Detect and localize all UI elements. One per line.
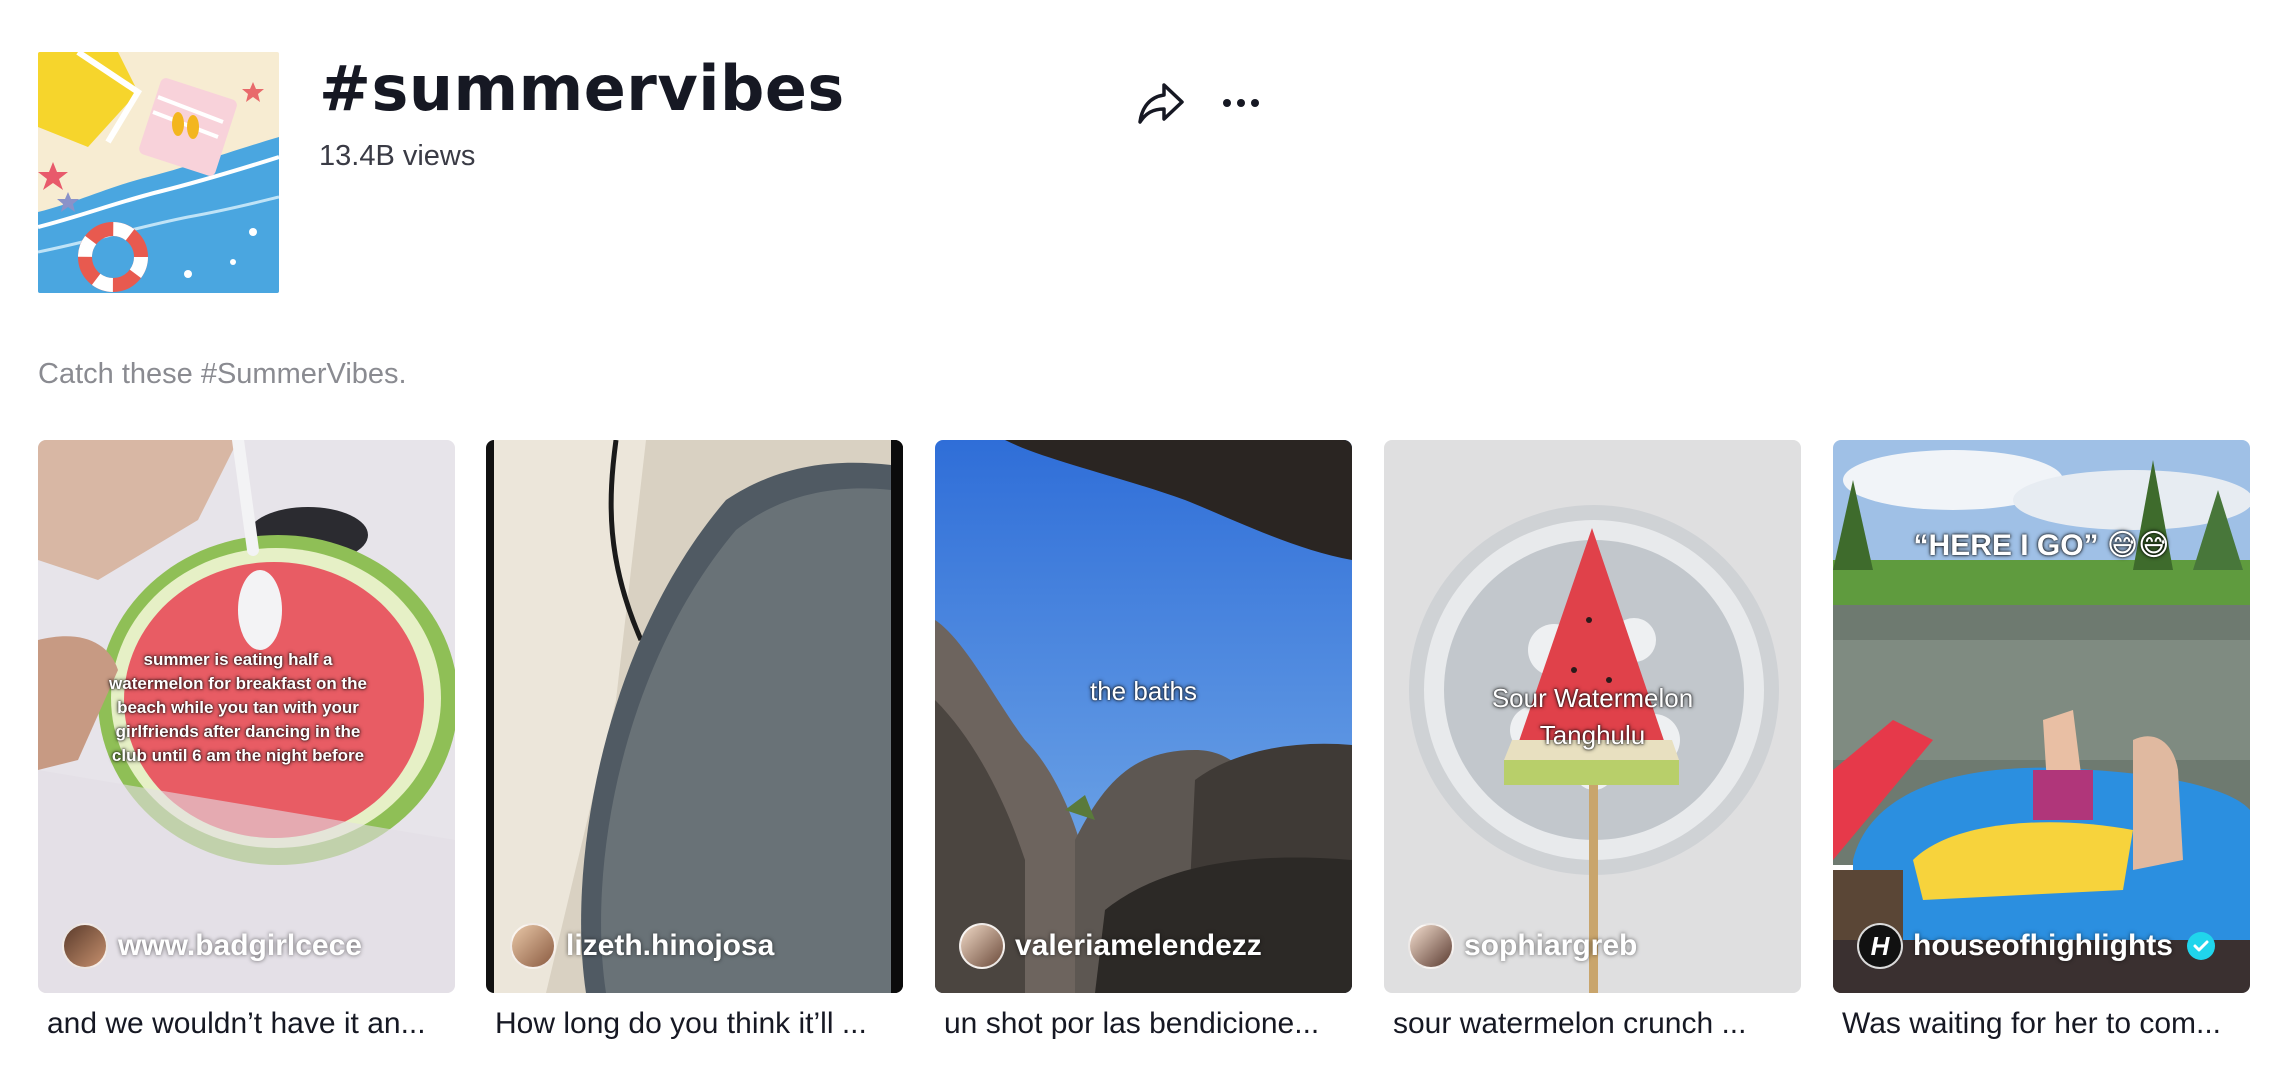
video-overlay-text: Sour Watermelon Tanghulu [1491, 683, 1694, 750]
video-card[interactable]: Sour Watermelon Tanghulu sophiargreb sou… [1384, 440, 1801, 1041]
avatar: H [1857, 923, 1903, 969]
video-caption[interactable]: sour watermelon crunch ... [1384, 1007, 1801, 1041]
video-card[interactable]: summer is eating half a watermelon for b… [38, 440, 455, 1041]
video-overlay-text: the baths [1090, 676, 1197, 706]
video-caption[interactable]: Was waiting for her to com... [1833, 1007, 2250, 1041]
video-author[interactable]: valeriamelendezz [959, 923, 1262, 969]
video-grid: summer is eating half a watermelon for b… [38, 440, 2250, 1060]
video-card[interactable]: the baths valeriamelendezz un shot por l… [935, 440, 1352, 1041]
video-author[interactable]: lizeth.hinojosa [510, 923, 774, 969]
more-options-button[interactable] [1213, 75, 1269, 131]
video-caption[interactable]: How long do you think it’ll ... [486, 1007, 903, 1041]
video-caption[interactable]: un shot por las bendicione... [935, 1007, 1352, 1041]
video-thumbnail[interactable]: the baths valeriamelendezz [935, 440, 1352, 993]
video-author[interactable]: www.badgirlcece [62, 923, 362, 969]
video-thumbnail[interactable]: Sour Watermelon Tanghulu sophiargreb [1384, 440, 1801, 993]
video-thumbnail[interactable]: “HERE I GO” 😅😅 H houseofhighlights [1833, 440, 2250, 993]
avatar [62, 923, 108, 969]
hashtag-title: #summervibes [319, 52, 845, 125]
video-thumbnail[interactable]: lizeth.hinojosa [486, 440, 903, 993]
author-name: valeriamelendezz [1015, 929, 1262, 962]
share-arrow-icon [1138, 83, 1184, 124]
hashtag-description: Catch these #SummerVibes. [38, 358, 407, 390]
video-card[interactable]: lizeth.hinojosa How long do you think it… [486, 440, 903, 1041]
verified-badge-icon [2186, 932, 2215, 960]
avatar [959, 923, 1005, 969]
author-name: www.badgirlcece [118, 929, 362, 962]
video-author[interactable]: sophiargreb [1408, 923, 1637, 969]
hashtag-view-count: 13.4B views [319, 140, 476, 172]
avatar [510, 923, 556, 969]
video-caption[interactable]: and we wouldn’t have it an... [38, 1007, 455, 1041]
hashtag-header: #summervibes 13.4B views [38, 52, 1278, 293]
author-name: lizeth.hinojosa [566, 929, 775, 962]
author-name: houseofhighlights [1913, 929, 2173, 962]
video-overlay-text: summer is eating half a watermelon for b… [109, 650, 367, 765]
avatar [1408, 923, 1454, 969]
video-author[interactable]: H houseofhighlights [1857, 923, 2215, 969]
video-card[interactable]: “HERE I GO” 😅😅 H houseofhighlights Was w… [1833, 440, 2250, 1041]
video-thumbnail[interactable]: summer is eating half a watermelon for b… [38, 440, 455, 993]
ellipsis-icon [1223, 99, 1259, 107]
share-button[interactable] [1133, 75, 1189, 131]
video-overlay-text: “HERE I GO” 😅😅 [1913, 529, 2170, 562]
author-name: sophiargreb [1464, 929, 1638, 962]
hashtag-cover-image [38, 52, 279, 293]
